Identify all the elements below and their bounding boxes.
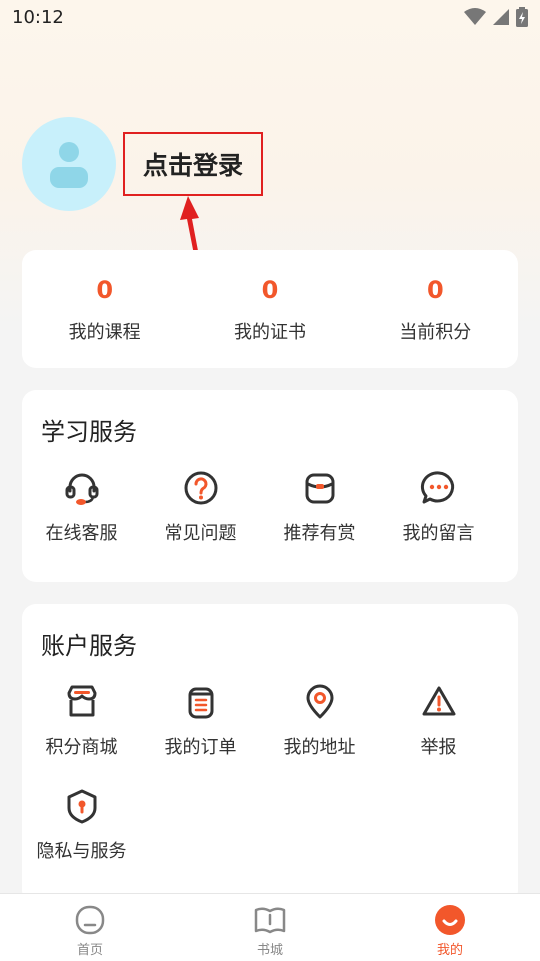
section-title: 账户服务 <box>41 632 137 660</box>
warning-icon <box>422 686 455 716</box>
service-points-mall[interactable]: 积分商城 <box>22 683 141 759</box>
signal-icon <box>493 9 509 25</box>
service-label: 隐私与服务 <box>36 841 127 862</box>
stat-value: 0 <box>96 276 114 304</box>
study-services-card: 学习服务 在线客服 常见问题 推荐有赏 我的留言 <box>22 390 518 582</box>
login-button[interactable]: 点击登录 <box>123 132 264 196</box>
location-icon <box>306 684 333 719</box>
nav-bookstore[interactable]: 书城 <box>180 894 360 961</box>
order-icon <box>188 687 213 719</box>
service-label: 举报 <box>420 737 457 758</box>
service-label: 推荐有赏 <box>283 523 356 544</box>
stat-label: 我的证书 <box>233 322 306 343</box>
service-privacy[interactable]: 隐私与服务 <box>22 787 141 863</box>
service-label: 我的订单 <box>164 737 237 758</box>
profile-icon <box>435 905 465 935</box>
stats-card: 0 我的课程 0 我的证书 0 当前积分 <box>22 250 518 368</box>
stat-label: 当前积分 <box>399 322 472 343</box>
nav-label: 首页 <box>76 943 103 958</box>
profile-header: 点击登录 <box>22 116 264 212</box>
stat-value: 0 <box>261 276 279 304</box>
nav-mine[interactable]: 我的 <box>360 894 540 961</box>
home-icon <box>75 905 105 935</box>
reward-icon <box>305 473 334 504</box>
service-label: 我的地址 <box>283 737 356 758</box>
shield-icon <box>67 789 96 824</box>
stat-value: 0 <box>426 276 444 304</box>
account-services-card: 账户服务 积分商城 我的订单 我的地址 举报 隐私与服务 <box>22 604 518 904</box>
status-bar: 10:12 <box>0 0 540 34</box>
bottom-nav: 首页 书城 我的 <box>0 893 540 961</box>
stat-courses[interactable]: 0 我的课程 <box>22 250 187 368</box>
nav-home[interactable]: 首页 <box>0 894 180 961</box>
service-label: 常见问题 <box>164 523 237 544</box>
service-report[interactable]: 举报 <box>379 683 498 759</box>
store-icon <box>67 685 96 717</box>
service-label: 我的留言 <box>402 523 475 544</box>
stat-points[interactable]: 0 当前积分 <box>353 250 518 368</box>
service-label: 积分商城 <box>45 737 118 758</box>
service-my-address[interactable]: 我的地址 <box>260 683 379 759</box>
stat-label: 我的课程 <box>68 322 141 343</box>
nav-label: 我的 <box>436 943 463 958</box>
question-icon <box>184 471 217 505</box>
battery-icon <box>516 7 528 27</box>
wifi-icon <box>464 8 486 25</box>
nav-label: 书城 <box>256 943 283 958</box>
user-icon <box>50 142 88 188</box>
avatar[interactable] <box>22 117 116 211</box>
section-title: 学习服务 <box>41 418 137 446</box>
service-my-messages[interactable]: 我的留言 <box>379 469 498 545</box>
headset-icon <box>65 473 98 505</box>
service-online-support[interactable]: 在线客服 <box>22 469 141 545</box>
stat-certificates[interactable]: 0 我的证书 <box>187 250 352 368</box>
chat-icon <box>420 471 454 504</box>
status-icons <box>464 7 528 27</box>
status-time: 10:12 <box>12 6 64 28</box>
book-icon <box>254 907 286 934</box>
service-label: 在线客服 <box>45 523 118 544</box>
service-faq[interactable]: 常见问题 <box>141 469 260 545</box>
service-my-orders[interactable]: 我的订单 <box>141 683 260 759</box>
service-referral-reward[interactable]: 推荐有赏 <box>260 469 379 545</box>
